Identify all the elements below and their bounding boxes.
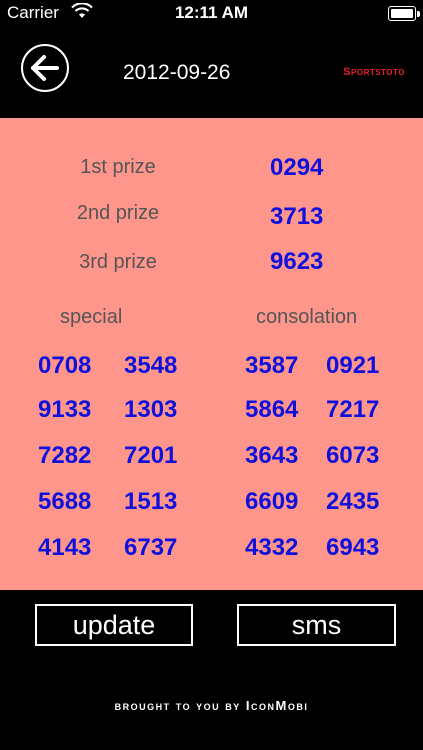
special-number: 0708 xyxy=(38,352,92,379)
brand-logo: Sportstoto xyxy=(343,66,405,78)
consolation-number: 2435 xyxy=(326,488,380,515)
draw-date: 2012-09-26 xyxy=(123,61,231,84)
sms-button[interactable]: sms xyxy=(237,604,396,646)
third-prize-label: 3rd prize xyxy=(79,251,157,273)
special-number: 6737 xyxy=(124,534,178,561)
consolation-number: 4332 xyxy=(245,534,299,561)
status-bar: Carrier 12:11 AM xyxy=(0,0,423,28)
status-time: 12:11 AM xyxy=(174,3,249,22)
battery-icon xyxy=(388,6,420,21)
consolation-number: 6609 xyxy=(245,488,299,515)
consolation-number: 6073 xyxy=(326,442,380,469)
update-button[interactable]: update xyxy=(35,604,193,646)
first-prize-label: 1st prize xyxy=(80,156,156,178)
consolation-number: 3643 xyxy=(245,442,299,469)
consolation-number: 3587 xyxy=(245,352,299,379)
special-number: 9133 xyxy=(38,396,92,423)
second-prize-value: 3713 xyxy=(270,203,324,230)
consolation-label: consolation xyxy=(256,306,358,328)
consolation-number: 0921 xyxy=(326,352,380,379)
special-number: 5688 xyxy=(38,488,92,515)
consolation-number: 5864 xyxy=(245,396,299,423)
third-prize-value: 9623 xyxy=(270,248,324,275)
nav-bar: 2012-09-26 Sportstoto xyxy=(0,28,423,118)
special-number: 4143 xyxy=(38,534,92,561)
arrow-left-icon xyxy=(31,55,59,81)
consolation-number: 6943 xyxy=(326,534,380,561)
first-prize-value: 0294 xyxy=(270,154,324,181)
special-number: 3548 xyxy=(124,352,178,379)
special-number: 7282 xyxy=(38,442,92,469)
special-number: 7201 xyxy=(124,442,178,469)
footer-credit: brought to you by IconMobi xyxy=(114,698,309,713)
special-number: 1303 xyxy=(124,396,178,423)
second-prize-label: 2nd prize xyxy=(76,202,160,224)
consolation-number: 7217 xyxy=(326,396,380,423)
results-panel: 1st prize 0294 2nd prize 3713 3rd prize … xyxy=(0,118,423,590)
special-number: 1513 xyxy=(124,488,178,515)
special-label: special xyxy=(60,306,123,328)
back-button[interactable] xyxy=(21,44,69,92)
